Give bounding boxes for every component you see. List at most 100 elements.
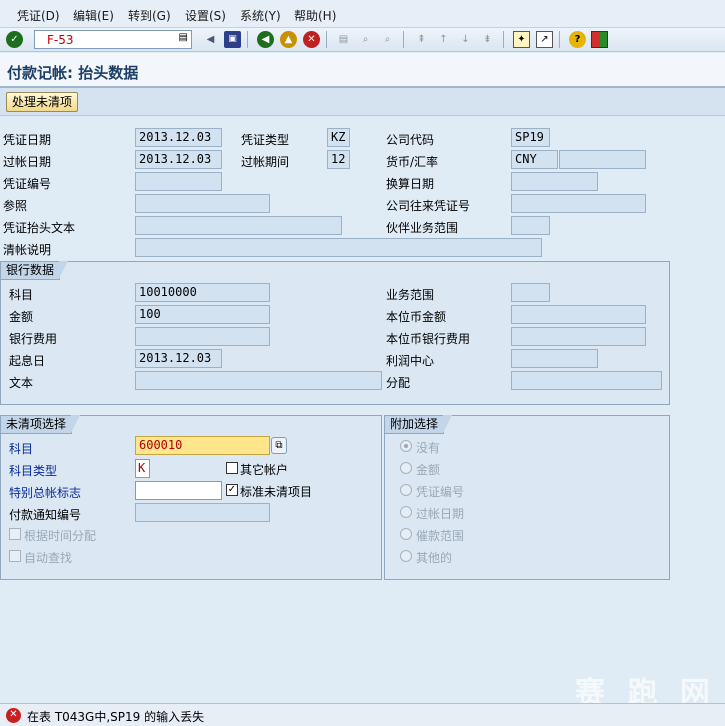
- clearing-text-field[interactable]: [135, 238, 542, 257]
- assignment-field[interactable]: [511, 371, 662, 390]
- oi-account-label: 科目: [9, 442, 34, 456]
- currency-field[interactable]: CNY: [511, 150, 558, 169]
- pmt-advice-field[interactable]: [135, 503, 270, 522]
- check-icon[interactable]: ✓: [6, 31, 23, 48]
- menu-help[interactable]: 帮助(H): [294, 7, 336, 24]
- company-code-label: 公司代码: [386, 133, 435, 147]
- radio-doc-number: [400, 484, 412, 496]
- account-type-field[interactable]: K: [135, 459, 150, 478]
- distribute-by-age-label: 根据时间分配: [24, 529, 97, 543]
- doc-date-label: 凭证日期: [3, 133, 52, 147]
- status-message[interactable]: 在表 T043G中,SP19 的输入丢失: [27, 708, 204, 725]
- radio-amount-label: 金额: [416, 463, 441, 477]
- value-date-label: 起息日: [9, 354, 46, 368]
- lc-charges-label: 本位币银行费用: [386, 332, 471, 346]
- pmt-advice-label: 付款通知编号: [9, 508, 82, 522]
- distribute-by-age-checkbox: [9, 528, 21, 540]
- amount-field[interactable]: 100: [135, 305, 270, 324]
- command-history-icon[interactable]: ▤: [179, 32, 188, 43]
- posting-date-label: 过帐日期: [3, 155, 52, 169]
- lc-amount-field[interactable]: [511, 305, 646, 324]
- text-field[interactable]: [135, 371, 382, 390]
- auto-search-checkbox: [9, 550, 21, 562]
- other-accounts-label: 其它帐户: [240, 463, 289, 477]
- radio-others: [400, 550, 412, 562]
- doc-type-label: 凭证类型: [241, 133, 290, 147]
- command-value: 53: [58, 33, 74, 47]
- status-bar: ✕ 在表 T043G中,SP19 的输入丢失: [0, 703, 725, 726]
- doc-number-label: 凭证编号: [3, 177, 52, 191]
- other-accounts-checkbox[interactable]: [226, 462, 238, 474]
- oi-account-field[interactable]: 600010: [135, 436, 270, 455]
- page-title: 付款记帐: 抬头数据: [7, 64, 139, 82]
- bank-charges-field[interactable]: [135, 327, 270, 346]
- lc-charges-field[interactable]: [511, 327, 646, 346]
- radio-none: [400, 440, 412, 452]
- text-label: 文本: [9, 376, 34, 390]
- trading-partner-field[interactable]: [511, 216, 550, 235]
- exit-icon[interactable]: ▲: [280, 31, 297, 48]
- search-help-icon[interactable]: ⧉: [271, 437, 287, 454]
- value-date-field[interactable]: 2013.12.03: [135, 349, 222, 368]
- menu-system[interactable]: 系统(Y): [240, 7, 281, 24]
- lc-amount-label: 本位币金额: [386, 310, 447, 324]
- bank-data-title: 银行数据: [1, 261, 69, 280]
- header-text-label: 凭证抬头文本: [3, 221, 76, 235]
- cancel-icon[interactable]: ✕: [303, 31, 320, 48]
- posting-date-field[interactable]: 2013.12.03: [135, 150, 222, 169]
- print-icon: ▤: [338, 33, 349, 45]
- layout-icon[interactable]: [591, 31, 608, 48]
- first-page-icon: ⇞: [417, 33, 426, 45]
- radio-amount: [400, 462, 412, 474]
- reference-label: 参照: [3, 199, 28, 213]
- reference-field[interactable]: [135, 194, 270, 213]
- process-open-items-button[interactable]: 处理未清项: [6, 92, 79, 112]
- command-prefix: F-: [47, 33, 59, 47]
- translation-date-label: 换算日期: [386, 177, 435, 191]
- title-bar: 付款记帐: 抬头数据: [0, 53, 725, 88]
- prev-page-icon: ↑: [439, 33, 448, 45]
- standard-toolbar: ✓ F-53 ▤ ◀ ▣ ◀ ▲ ✕ ▤ ⌕ ⌕ ⇞ ↑ ↓ ⇟ ✦ ↗ ?: [0, 28, 725, 52]
- save-icon[interactable]: ▣: [224, 31, 241, 48]
- bank-account-label: 科目: [9, 288, 34, 302]
- new-session-icon[interactable]: ✦: [513, 31, 530, 48]
- period-field[interactable]: 12: [327, 150, 350, 169]
- standard-oi-checkbox[interactable]: ✓: [226, 484, 238, 496]
- next-page-icon: ↓: [461, 33, 470, 45]
- header-text-field[interactable]: [135, 216, 342, 235]
- command-field[interactable]: F-53 ▤: [34, 30, 192, 49]
- menu-document[interactable]: 凭证(D): [17, 7, 60, 24]
- additional-selection-title: 附加选择: [385, 415, 453, 434]
- doc-date-field[interactable]: 2013.12.03: [135, 128, 222, 147]
- bank-account-field[interactable]: 10010000: [135, 283, 270, 302]
- back-icon[interactable]: ◀: [257, 31, 274, 48]
- collapse-icon[interactable]: ◀: [202, 31, 219, 48]
- sgl-indicator-label: 特别总帐标志: [9, 486, 82, 500]
- sgl-indicator-field[interactable]: [135, 481, 222, 500]
- doc-type-field[interactable]: KZ: [327, 128, 350, 147]
- radio-dunning-area: [400, 528, 412, 540]
- company-code-field[interactable]: SP19: [511, 128, 550, 147]
- trading-partner-label: 伙伴业务范围: [386, 221, 459, 235]
- menu-settings[interactable]: 设置(S): [185, 7, 226, 24]
- clearing-text-label: 清帐说明: [3, 243, 52, 257]
- find-next-icon: ⌕: [384, 33, 391, 45]
- profit-center-field[interactable]: [511, 349, 598, 368]
- business-area-field[interactable]: [511, 283, 550, 302]
- shortcut-icon[interactable]: ↗: [536, 31, 553, 48]
- exchange-rate-field[interactable]: [559, 150, 646, 169]
- radio-none-label: 没有: [416, 441, 441, 455]
- find-icon: ⌕: [362, 33, 369, 45]
- standard-oi-label: 标准未清项目: [240, 485, 313, 499]
- auto-search-label: 自动查找: [24, 551, 73, 565]
- help-icon[interactable]: ?: [569, 31, 586, 48]
- translation-date-field[interactable]: [511, 172, 598, 191]
- menu-goto[interactable]: 转到(G): [128, 7, 171, 24]
- assignment-label: 分配: [386, 376, 411, 390]
- menu-bar: 凭证(D) 编辑(E) 转到(G) 设置(S) 系统(Y) 帮助(H): [0, 0, 725, 28]
- radio-doc-number-label: 凭证编号: [416, 485, 465, 499]
- cross-cc-field[interactable]: [511, 194, 646, 213]
- business-area-label: 业务范围: [386, 288, 435, 302]
- menu-edit[interactable]: 编辑(E): [73, 7, 114, 24]
- doc-number-field[interactable]: [135, 172, 222, 191]
